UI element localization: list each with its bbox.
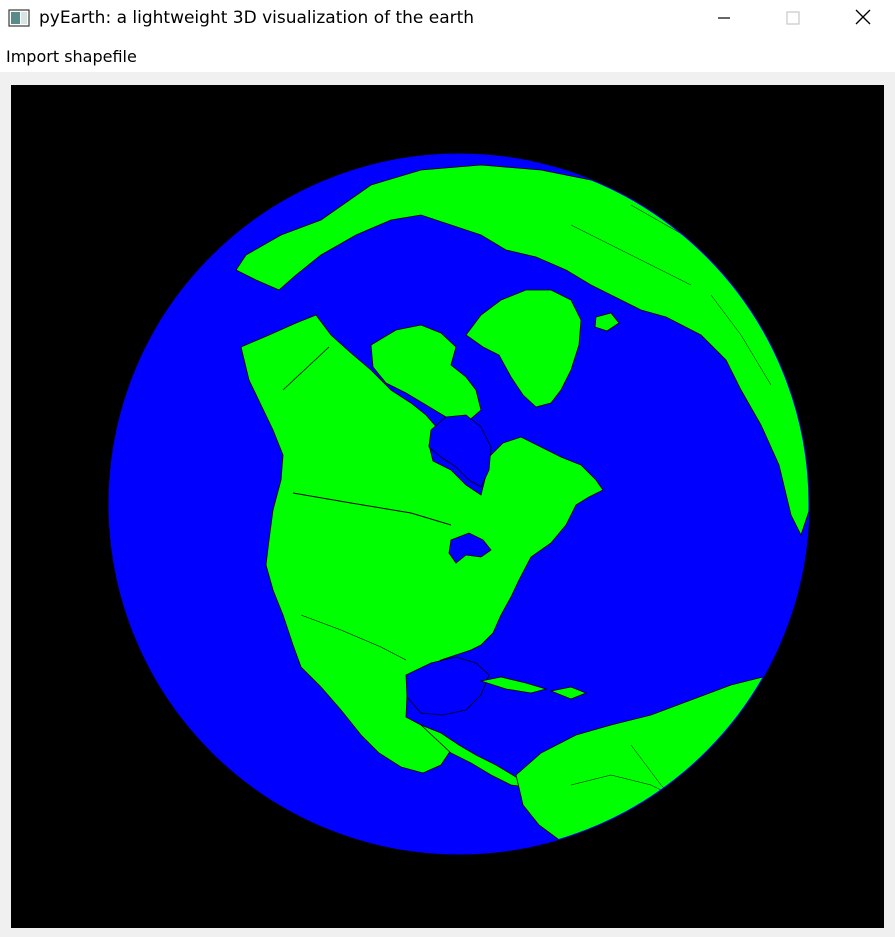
maximize-icon [786,10,800,29]
menu-item-import-shapefile[interactable]: Import shapefile [6,47,137,66]
minimize-button[interactable] [689,0,759,38]
earth-globe[interactable] [11,85,884,928]
app-window-icon [8,9,30,27]
app-window: pyEarth: a lightweight 3D visualization … [0,0,895,937]
window-title: pyEarth: a lightweight 3D visualization … [39,8,475,28]
globe-viewport[interactable] [11,85,884,928]
maximize-button[interactable] [758,0,828,38]
minimize-icon [717,10,731,29]
close-icon [855,9,871,29]
title-bar[interactable]: pyEarth: a lightweight 3D visualization … [0,0,895,38]
close-button[interactable] [828,0,895,38]
menu-bar: Import shapefile [0,38,895,72]
